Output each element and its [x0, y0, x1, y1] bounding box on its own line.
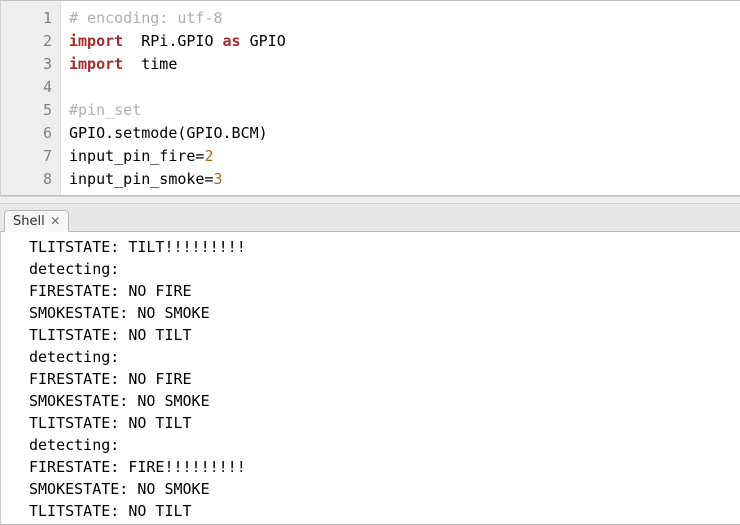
code-editor-pane: 12345678 # encoding: utf-8import RPi.GPI…: [0, 0, 740, 196]
shell-output[interactable]: TLITSTATE: TILT!!!!!!!!!detecting:FIREST…: [0, 232, 740, 525]
line-number: 6: [1, 122, 52, 145]
code-line[interactable]: GPIO.setmode(GPIO.BCM): [69, 122, 286, 145]
close-icon[interactable]: ✕: [49, 215, 62, 228]
pane-splitter[interactable]: [0, 196, 740, 204]
code-token: 2: [204, 147, 213, 165]
ide-root: 12345678 # encoding: utf-8import RPi.GPI…: [0, 0, 740, 525]
shell-line: FIRESTATE: FIRE!!!!!!!!!: [29, 456, 740, 478]
code-token: input_pin_fire=: [69, 147, 204, 165]
line-number: 7: [1, 145, 52, 168]
line-number: 8: [1, 168, 52, 191]
line-number: 1: [1, 7, 52, 30]
code-token: import: [69, 55, 123, 73]
tab-shell-label: Shell: [13, 214, 45, 229]
line-number: 5: [1, 99, 52, 122]
code-line[interactable]: [69, 76, 286, 99]
shell-line: TLITSTATE: NO TILT: [29, 324, 740, 346]
line-number: 4: [1, 76, 52, 99]
shell-line: TLITSTATE: TILT!!!!!!!!!: [29, 236, 740, 258]
code-token: RPi.GPIO: [123, 32, 222, 50]
shell-line: FIRESTATE: NO FIRE: [29, 368, 740, 390]
code-line[interactable]: import RPi.GPIO as GPIO: [69, 30, 286, 53]
shell-line: TLITSTATE: NO TILT: [29, 412, 740, 434]
code-token: # encoding: utf-8: [69, 9, 223, 27]
line-number-gutter: 12345678: [1, 1, 61, 195]
code-token: GPIO: [241, 32, 286, 50]
line-number: 3: [1, 53, 52, 76]
code-line[interactable]: # encoding: utf-8: [69, 7, 286, 30]
code-token: as: [223, 32, 241, 50]
code-area[interactable]: # encoding: utf-8 import RPi.GPIO as GPIO…: [61, 1, 286, 195]
shell-line: SMOKESTATE: NO SMOKE: [29, 390, 740, 412]
line-number: 2: [1, 30, 52, 53]
shell-line: TLITSTATE: NO TILT: [29, 500, 740, 522]
code-line[interactable]: #pin_set: [69, 99, 286, 122]
shell-tabbar: Shell ✕: [0, 204, 740, 232]
code-token: import: [69, 32, 123, 50]
code-line[interactable]: import time: [69, 53, 286, 76]
code-line[interactable]: input_pin_smoke=3: [69, 168, 286, 191]
code-token: time: [123, 55, 177, 73]
shell-line: SMOKESTATE: NO SMOKE: [29, 302, 740, 324]
code-token: #pin_set: [69, 101, 141, 119]
shell-line: SMOKESTATE: NO SMOKE: [29, 478, 740, 500]
shell-line: detecting:: [29, 434, 740, 456]
code-editor-inner: 12345678 # encoding: utf-8import RPi.GPI…: [1, 1, 740, 195]
code-token: 3: [214, 170, 223, 188]
shell-line: detecting:: [29, 346, 740, 368]
shell-line: FIRESTATE: NO FIRE: [29, 280, 740, 302]
code-token: GPIO.setmode(GPIO.BCM): [69, 124, 268, 142]
shell-line: detecting:: [29, 258, 740, 280]
tab-shell[interactable]: Shell ✕: [4, 210, 69, 232]
code-line[interactable]: input_pin_fire=2: [69, 145, 286, 168]
code-token: input_pin_smoke=: [69, 170, 214, 188]
